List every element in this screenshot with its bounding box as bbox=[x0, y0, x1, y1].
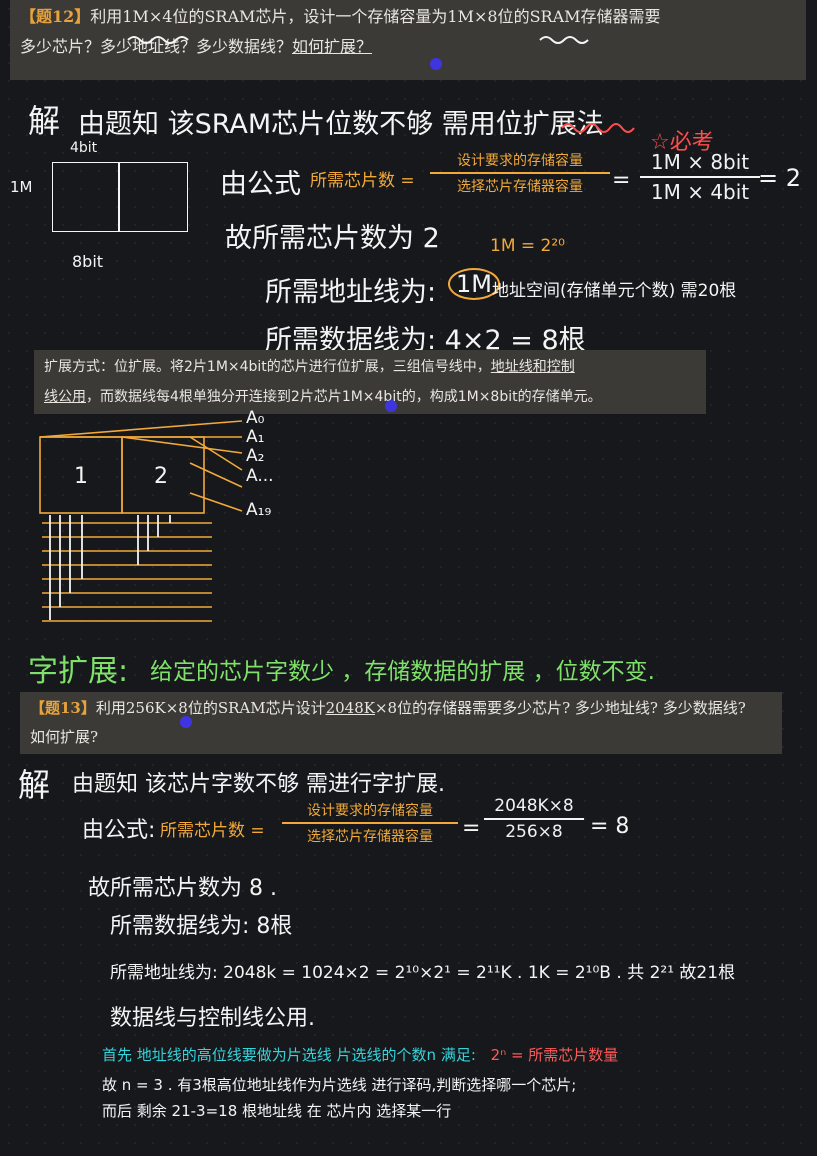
laser-pointer-dot bbox=[430, 58, 442, 70]
data13-line: 所需数据线为: 8根 bbox=[110, 914, 293, 939]
q13-text: 利用256K×8位的SRAM芯片设计 bbox=[95, 699, 326, 717]
chip-sketch-right bbox=[118, 162, 188, 232]
method-text: ，而数据线每4根单独分开连接到2片芯片1M×4bit的，构成1M×8bit的存储… bbox=[86, 389, 602, 405]
method-12-block: 扩展方式：位扩展。将2片1M×4bit的芯片进行位扩展，三组信号线中，地址线和控… bbox=[34, 350, 706, 414]
formula13-fraction: 设计要求的存储容量 选择芯片存储器容量 bbox=[282, 800, 458, 846]
calc13-fraction: 2048K×8 256×8 bbox=[484, 796, 584, 842]
bit-expansion-diagram bbox=[39, 420, 243, 622]
calc-result: = 2 bbox=[758, 164, 802, 192]
method-underline: 线公用 bbox=[44, 389, 86, 405]
addr13-line: 所需地址线为: 2048k = 1024×2 = 2¹⁰×2¹ = 2¹¹K .… bbox=[110, 963, 736, 983]
formula-fraction: 设计要求的存储容量 选择芯片存储器容量 bbox=[430, 150, 610, 196]
chips13-line: 故所需芯片数为 8 . bbox=[88, 876, 277, 901]
solution-12-jie: 解 bbox=[28, 102, 61, 140]
summary-text: 给定的芯片字数少 ，存储数据的扩展 ，位数不变. bbox=[150, 659, 655, 685]
chip-2-label: 2 bbox=[154, 464, 168, 489]
q13-text: 如何扩展? bbox=[30, 728, 99, 746]
question-13-block: 【题13】利用256K×8位的SRAM芯片设计2048K×8位的存储器需要多少芯… bbox=[20, 692, 782, 754]
addr-label-a19: A₁₉ bbox=[246, 500, 272, 520]
formula13-lead: 由公式: bbox=[82, 818, 156, 843]
chip-sketch-left bbox=[52, 162, 120, 232]
addr-label-a2: A₂ bbox=[246, 446, 265, 466]
solution-13-jie: 解 bbox=[18, 766, 51, 804]
calc-fraction: 1M × 8bit 1M × 4bit bbox=[640, 150, 760, 204]
method-underline: 地址线和控制 bbox=[490, 359, 575, 375]
formula13-name: 所需芯片数 = bbox=[160, 821, 265, 841]
note13-1: 首先 地址线的高位线要做为片选线 片选线的个数n 满足: 2ⁿ = 所需芯片数量 bbox=[102, 1046, 619, 1064]
solution-13-intro: 由题知 该芯片字数不够 需进行字扩展. bbox=[72, 772, 445, 797]
summary-title: 字扩展: bbox=[28, 654, 129, 689]
formula-eq: = bbox=[612, 168, 631, 193]
shared-lines: 数据线与控制线公用. bbox=[110, 1006, 315, 1031]
address-line-pre: 所需地址线为: bbox=[265, 277, 437, 308]
addr-label-an: A... bbox=[246, 466, 274, 486]
address-line-post: 地址空间(存储单元个数) 需20根 bbox=[492, 281, 737, 301]
squiggle-marks bbox=[127, 36, 589, 44]
calc13-result: = 8 bbox=[590, 814, 630, 839]
chip-top-label: 4bit bbox=[70, 140, 98, 156]
formula-lead: 由公式 bbox=[220, 169, 301, 200]
q13-capacity: 2048K bbox=[325, 699, 375, 717]
formula13-eq: = bbox=[462, 816, 481, 841]
addr-label-a0: A₀ bbox=[246, 408, 265, 428]
note13-2: 故 n = 3 . 有3根高位地址线作为片选线 进行译码,判断选择哪一个芯片; bbox=[102, 1076, 577, 1094]
q13-text: ×8位的存储器需要多少芯片? 多少地址线? 多少数据线? bbox=[374, 699, 746, 717]
chip-1-label: 1 bbox=[74, 464, 88, 489]
solution-12-intro: 由题知 该SRAM芯片位数不够 需用位扩展法 bbox=[78, 109, 604, 140]
method-text: 扩展方式：位扩展。将2片1M×4bit的芯片进行位扩展，三组信号线中， bbox=[44, 359, 491, 375]
addr-label-a1: A₁ bbox=[246, 427, 265, 447]
laser-pointer-dot bbox=[385, 400, 397, 412]
power-note: 1M = 2²⁰ bbox=[490, 236, 565, 256]
chip-left-label: 1M bbox=[10, 178, 33, 196]
chip-bottom-label: 8bit bbox=[72, 252, 104, 271]
formula-name: 所需芯片数 = bbox=[310, 171, 415, 191]
chips-needed-line: 故所需芯片数为 2 bbox=[225, 223, 440, 254]
question-13-tag: 【题13】 bbox=[30, 699, 96, 717]
laser-pointer-dot bbox=[180, 716, 192, 728]
note13-3: 而后 剩余 21-3=18 根地址线 在 芯片内 选择某一行 bbox=[102, 1102, 452, 1120]
